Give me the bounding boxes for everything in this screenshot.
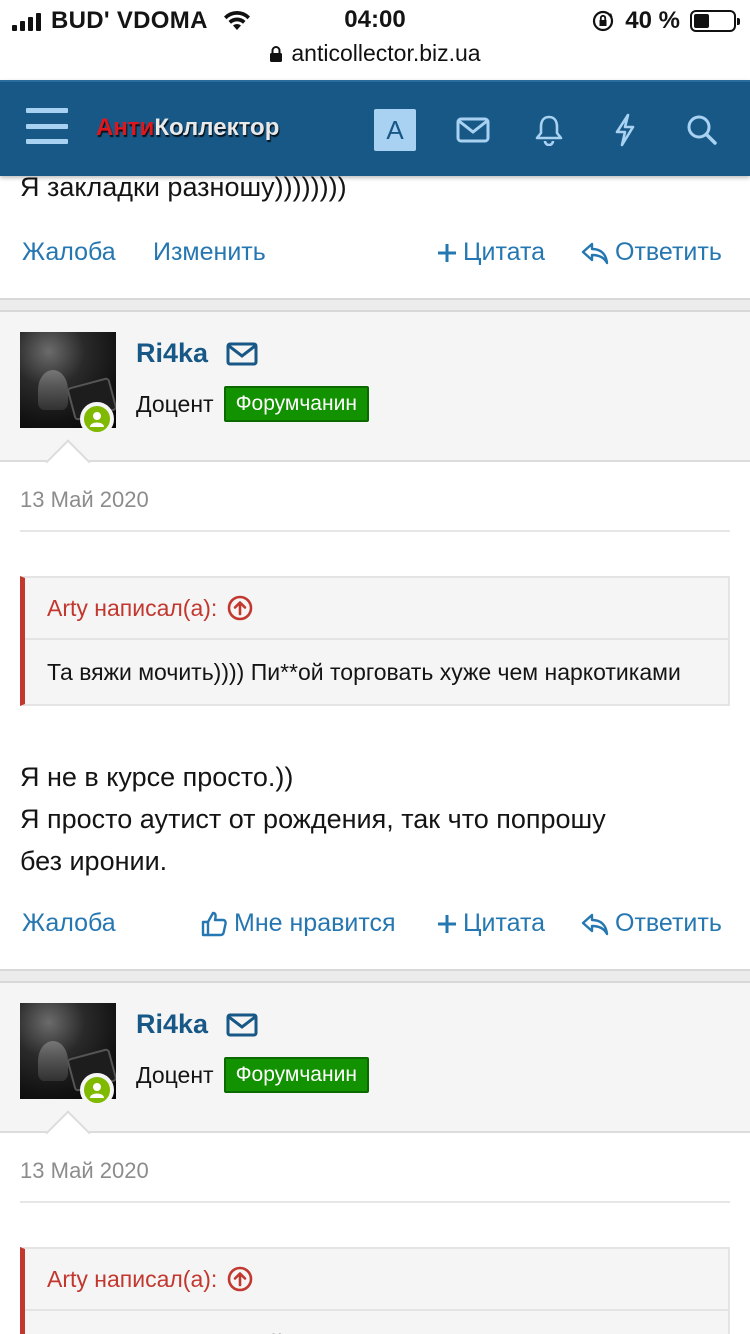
quote-block: Arty написал(а): Это телесериал такой)))… — [20, 1247, 730, 1334]
battery-icon — [690, 10, 740, 32]
address-bar[interactable]: anticollector.biz.ua — [0, 40, 750, 67]
battery-fill — [694, 14, 710, 28]
battery-percent: 40 % — [625, 7, 680, 34]
user-group-badge: Форумчанин — [223, 1057, 369, 1093]
report-link[interactable]: Жалоба — [22, 238, 116, 267]
report-link[interactable]: Жалоба — [22, 909, 116, 938]
username-link[interactable]: Ri4ka — [136, 338, 208, 369]
post-body-line: Я не в курсе просто.)) — [20, 762, 294, 792]
report-label: Жалоба — [22, 909, 116, 937]
post-body: Я не в курсе просто.)) Я просто аутист о… — [20, 756, 730, 882]
post-actions: Жалоба Мне нравится Цитата Ответить — [0, 909, 750, 949]
reply-label: Ответить — [615, 909, 722, 937]
account-avatar[interactable]: A — [374, 109, 416, 151]
reply-icon — [581, 242, 609, 264]
reply-link[interactable]: Ответить — [581, 909, 722, 938]
report-label: Жалоба — [22, 238, 116, 266]
previous-post-text: Я закладки разношу)))))))) — [20, 176, 347, 202]
post-user-bar: Ri4ka Доцент Форумчанин — [0, 983, 750, 1156]
post-separator — [0, 298, 750, 312]
user-group-badge: Форумчанин — [223, 386, 369, 422]
quote-block: Arty написал(а): Та вяжи мочить)))) Пи**… — [20, 576, 730, 706]
search-icon[interactable] — [681, 109, 723, 151]
quote-text: Это телесериал такой))))))) — [25, 1311, 728, 1334]
rotation-lock-icon — [593, 10, 614, 32]
online-status-icon — [80, 1073, 114, 1107]
quote-header[interactable]: Arty написал(а): — [25, 1249, 728, 1311]
logo-red-part: Анти — [96, 114, 155, 141]
quote-text: Та вяжи мочить)))) Пи**ой торговать хуже… — [47, 659, 681, 685]
previous-post-actions: Жалоба Изменить Цитата Ответить — [0, 238, 750, 278]
arrow-up-circle-icon — [227, 595, 253, 621]
quote-link[interactable]: Цитата — [437, 238, 545, 267]
date-divider — [20, 530, 730, 532]
edit-label: Изменить — [153, 238, 266, 266]
username-row: Ri4ka — [136, 1009, 258, 1040]
username-link[interactable]: Ri4ka — [136, 1009, 208, 1040]
reply-icon — [581, 913, 609, 935]
thumbs-up-icon — [201, 911, 227, 936]
reply-link[interactable]: Ответить — [581, 238, 722, 267]
like-link[interactable]: Мне нравится — [200, 909, 396, 938]
post-body-line: без иронии. — [20, 846, 168, 876]
post-date[interactable]: 13 Май 2020 — [20, 1158, 149, 1184]
site-logo[interactable]: АнтиКоллектор — [96, 114, 279, 142]
site-header: АнтиКоллектор A — [0, 80, 750, 176]
forum-post: Ri4ka Доцент Форумчанин 13 Май 2020 Arty… — [0, 312, 750, 978]
plus-icon — [438, 914, 456, 933]
envelope-icon[interactable] — [452, 109, 494, 151]
post-date[interactable]: 13 Май 2020 — [20, 487, 149, 513]
reply-label: Ответить — [615, 238, 722, 266]
bell-icon[interactable] — [528, 109, 570, 151]
post-body-line: Я просто аутист от рождения, так что поп… — [20, 804, 606, 834]
user-bar-caret — [45, 439, 91, 485]
arrow-up-circle-icon — [227, 1266, 253, 1292]
url-text: anticollector.biz.ua — [291, 40, 481, 66]
user-title: Доцент — [136, 390, 214, 417]
post-user-bar: Ri4ka Доцент Форумчанин — [0, 312, 750, 485]
plus-icon — [438, 243, 456, 262]
envelope-icon[interactable] — [226, 1013, 258, 1037]
quote-header[interactable]: Arty написал(а): — [25, 578, 728, 640]
lightning-icon[interactable] — [604, 109, 646, 151]
user-title: Доцент — [136, 1061, 214, 1088]
edit-link[interactable]: Изменить — [153, 238, 266, 267]
forum-post: Ri4ka Доцент Форумчанин 13 Май 2020 Arty… — [0, 983, 750, 1334]
quote-label: Цитата — [463, 238, 546, 266]
user-bar-caret — [45, 1110, 91, 1156]
like-label: Мне нравится — [234, 909, 396, 937]
user-title-row: Доцент Форумчанин — [136, 1057, 369, 1093]
quote-link[interactable]: Цитата — [437, 909, 545, 938]
quote-label: Цитата — [463, 909, 546, 937]
logo-white-part: Коллектор — [154, 114, 280, 141]
username-row: Ri4ka — [136, 338, 258, 369]
quote-author: Arty написал(а): — [47, 594, 218, 621]
status-bar: BUD' VDOMA 04:00 40 % anticollector.biz.… — [0, 0, 750, 80]
post-separator — [0, 969, 750, 983]
envelope-icon[interactable] — [226, 342, 258, 366]
menu-icon[interactable] — [26, 108, 68, 144]
online-status-icon — [80, 402, 114, 436]
lock-icon — [270, 45, 283, 62]
thread-content: Я закладки разношу)))))))) Жалоба Измени… — [0, 176, 750, 1334]
quote-author: Arty написал(а): — [47, 1265, 218, 1292]
date-divider — [20, 1201, 730, 1203]
status-right: 40 % — [591, 6, 740, 36]
user-title-row: Доцент Форумчанин — [136, 386, 369, 422]
